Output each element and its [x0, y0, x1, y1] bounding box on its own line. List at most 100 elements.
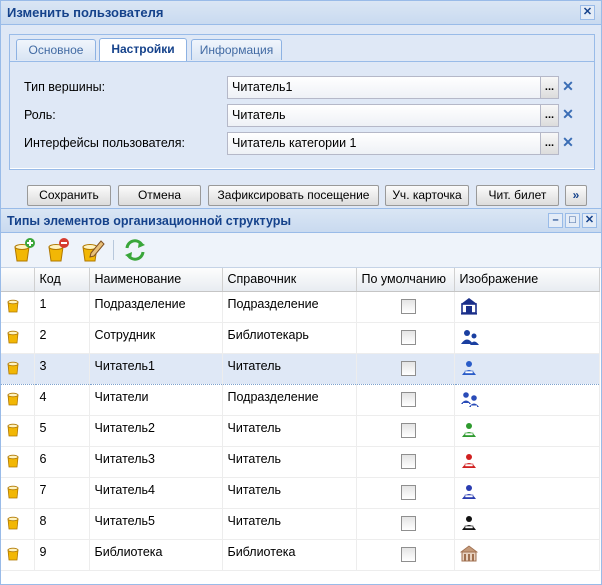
- cell-code: 4: [34, 384, 90, 416]
- reader-icon: [460, 359, 478, 380]
- node-type-input[interactable]: Читатель1: [227, 75, 541, 99]
- table-row[interactable]: 5 Читатель2 Читатель: [1, 415, 600, 447]
- delete-icon[interactable]: [45, 237, 71, 263]
- field-interfaces: Интерфейсы пользователя: Читатель катего…: [24, 131, 577, 155]
- node-type-clear-icon[interactable]: ✕: [559, 76, 577, 99]
- edit-user-dialog: Изменить пользователя ✕ Основное Настрой…: [0, 0, 602, 209]
- column-header-image[interactable]: Изображение: [454, 268, 600, 292]
- cell-code: 9: [34, 539, 90, 571]
- default-checkbox[interactable]: [400, 515, 416, 531]
- register-visit-button[interactable]: Зафиксировать посещение: [208, 185, 379, 206]
- table-row[interactable]: 9 Библиотека Библиотека: [1, 539, 600, 571]
- row-type-icon: [1, 322, 35, 354]
- dialog-close-icon[interactable]: ✕: [580, 5, 595, 20]
- table-body: 1 Подразделение Подразделение 2 Сотрудник Биб…: [1, 291, 600, 571]
- default-checkbox[interactable]: [400, 391, 416, 407]
- cell-reference: Подразделение: [222, 384, 357, 416]
- table-row[interactable]: 3 Читатель1 Читатель: [1, 352, 600, 385]
- column-header-reference[interactable]: Справочник: [222, 268, 357, 292]
- reader-ticket-button[interactable]: Чит. билет: [476, 185, 559, 206]
- cell-default: [356, 477, 455, 509]
- column-header-icon: [1, 268, 35, 292]
- cell-reference: Библиотекарь: [222, 322, 357, 354]
- tab-main[interactable]: Основное: [16, 39, 96, 60]
- role-input[interactable]: Читатель: [227, 103, 541, 127]
- table-row[interactable]: 4 Читатели Подразделение: [1, 384, 600, 416]
- table-row[interactable]: 2 Сотрудник Библиотекарь: [1, 322, 600, 354]
- cell-reference: Подразделение: [222, 291, 357, 323]
- cell-default: [356, 446, 455, 478]
- cell-name: Сотрудник: [89, 322, 223, 354]
- cell-reference: Библиотека: [222, 539, 357, 571]
- role-browse-button[interactable]: ...: [541, 103, 559, 127]
- cell-name: Читатели: [89, 384, 223, 416]
- cancel-button[interactable]: Отмена: [118, 185, 201, 206]
- cell-default: [356, 384, 455, 416]
- cell-reference: Читатель: [222, 352, 357, 385]
- default-checkbox[interactable]: [400, 422, 416, 438]
- cell-name: Подразделение: [89, 291, 223, 323]
- refresh-icon[interactable]: [122, 237, 148, 263]
- edit-icon[interactable]: [79, 237, 105, 263]
- table-row[interactable]: 6 Читатель3 Читатель: [1, 446, 600, 478]
- tab-settings[interactable]: Настройки: [99, 38, 187, 61]
- panel-close-icon[interactable]: ✕: [582, 213, 597, 228]
- add-icon[interactable]: [11, 237, 37, 263]
- cell-image: [454, 415, 600, 447]
- cell-default: [356, 352, 455, 385]
- cell-code: 2: [34, 322, 90, 354]
- cell-default: [356, 508, 455, 540]
- default-checkbox[interactable]: [400, 298, 416, 314]
- default-checkbox[interactable]: [400, 546, 416, 562]
- library-icon: [459, 545, 478, 566]
- cell-code: 7: [34, 477, 90, 509]
- dialog-button-bar: Сохранить Отмена Зафиксировать посещение…: [1, 181, 601, 207]
- save-button[interactable]: Сохранить: [27, 185, 111, 206]
- more-buttons-button[interactable]: »: [565, 185, 587, 206]
- node-type-browse-button[interactable]: ...: [541, 75, 559, 99]
- table-row[interactable]: 8 Читатель5 Читатель: [1, 508, 600, 540]
- cell-name: Читатель3: [89, 446, 223, 478]
- default-checkbox[interactable]: [400, 484, 416, 500]
- default-checkbox[interactable]: [400, 329, 416, 345]
- cell-image: [454, 384, 600, 416]
- minimize-icon[interactable]: –: [548, 213, 563, 228]
- reader-icon: [460, 483, 478, 504]
- field-role: Роль: Читатель ... ✕: [24, 103, 577, 127]
- interfaces-input[interactable]: Читатель категории 1: [227, 131, 541, 155]
- cell-name: Читатель1: [89, 352, 223, 385]
- field-label: Интерфейсы пользователя:: [24, 136, 185, 150]
- column-header-default[interactable]: По умолчанию: [356, 268, 455, 292]
- cell-code: 1: [34, 291, 90, 323]
- table-row[interactable]: 7 Читатель4 Читатель: [1, 477, 600, 509]
- field-label: Тип вершины:: [24, 80, 106, 94]
- default-checkbox[interactable]: [400, 453, 416, 469]
- field-label: Роль:: [24, 108, 56, 122]
- maximize-icon[interactable]: □: [565, 213, 580, 228]
- interfaces-browse-button[interactable]: ...: [541, 131, 559, 155]
- toolbar-separator: [113, 240, 114, 260]
- staff-icon: [460, 328, 480, 349]
- table-row[interactable]: 1 Подразделение Подразделение: [1, 291, 600, 323]
- cell-default: [356, 322, 455, 354]
- column-header-code[interactable]: Код: [34, 268, 90, 292]
- reader-icon: [460, 452, 478, 473]
- tab-strip: Основное Настройки Информация: [10, 35, 594, 62]
- cell-code: 3: [34, 352, 90, 385]
- row-type-icon: [1, 539, 35, 571]
- cell-name: Читатель5: [89, 508, 223, 540]
- record-card-button[interactable]: Уч. карточка: [385, 185, 469, 206]
- interfaces-clear-icon[interactable]: ✕: [559, 132, 577, 155]
- building-icon: [460, 297, 478, 318]
- column-header-name[interactable]: Наименование: [89, 268, 223, 292]
- settings-form: Тип вершины: Читатель1 ... ✕ Роль: Читат…: [10, 62, 594, 168]
- row-type-icon: [1, 415, 35, 447]
- cell-reference: Читатель: [222, 415, 357, 447]
- tab-info[interactable]: Информация: [191, 39, 282, 60]
- cell-code: 8: [34, 508, 90, 540]
- cell-reference: Читатель: [222, 446, 357, 478]
- role-clear-icon[interactable]: ✕: [559, 104, 577, 127]
- cell-reference: Читатель: [222, 508, 357, 540]
- cell-default: [356, 291, 455, 323]
- default-checkbox[interactable]: [400, 360, 416, 376]
